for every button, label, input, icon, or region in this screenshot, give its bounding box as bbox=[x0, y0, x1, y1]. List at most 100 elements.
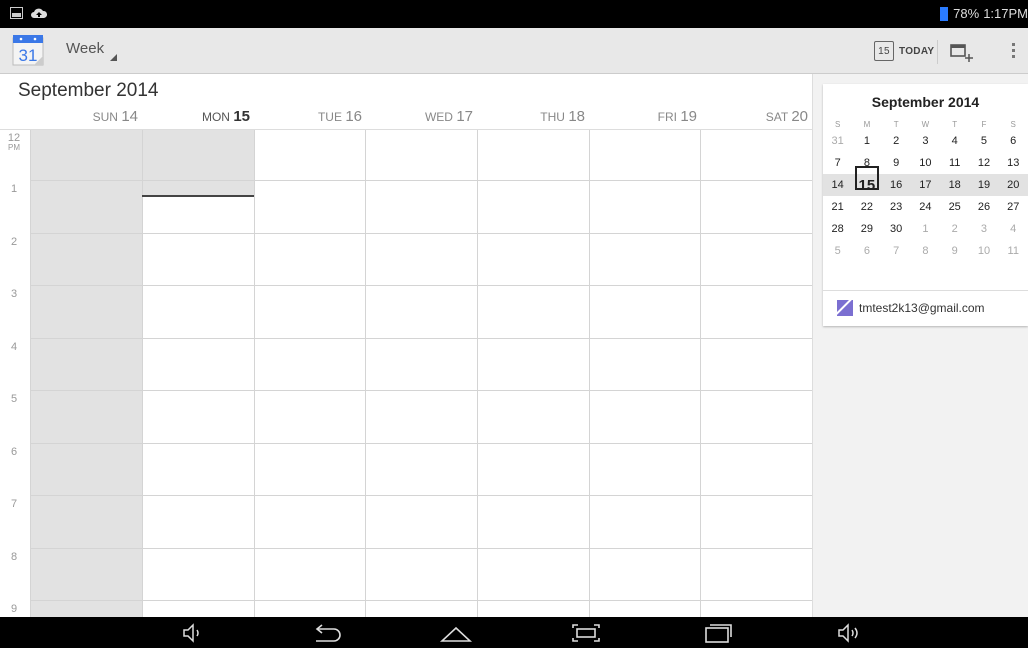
hour-label: 2 bbox=[10, 236, 18, 248]
action-bar: 31 Week 15 TODAY bbox=[0, 28, 1028, 74]
calendar-app-icon[interactable]: 31 bbox=[12, 34, 46, 66]
mini-day[interactable]: 13 bbox=[999, 157, 1028, 169]
day-column-divider bbox=[254, 130, 255, 617]
mini-day[interactable]: 11 bbox=[999, 245, 1028, 257]
battery-percent: 78% bbox=[953, 6, 980, 21]
mini-day[interactable]: 14 bbox=[823, 179, 852, 191]
mini-day[interactable]: 16 bbox=[882, 179, 911, 191]
overflow-menu-icon[interactable] bbox=[1008, 40, 1018, 64]
mini-day[interactable]: 29 bbox=[852, 223, 881, 235]
home-icon[interactable] bbox=[438, 621, 474, 645]
day-header[interactable]: SUN 14 bbox=[30, 108, 142, 130]
calendar-account-item[interactable]: tmtest2k13@gmail.com bbox=[837, 300, 985, 316]
mini-day[interactable]: 17 bbox=[911, 179, 940, 191]
mini-weekday-row: S M T W T F S bbox=[823, 118, 1028, 130]
mini-day[interactable]: 9 bbox=[882, 157, 911, 169]
day-column-divider bbox=[477, 130, 478, 617]
hour-gridline bbox=[30, 180, 812, 181]
day-header[interactable]: SAT 20 bbox=[700, 108, 812, 130]
mini-day[interactable]: 19 bbox=[969, 179, 998, 191]
mini-day[interactable]: 6 bbox=[852, 245, 881, 257]
mini-day[interactable]: 7 bbox=[882, 245, 911, 257]
mini-calendar: September 2014 S M T W T F S 31 1 2 3 4 … bbox=[823, 84, 1028, 326]
mini-day[interactable]: 2 bbox=[940, 223, 969, 235]
mini-day[interactable]: 18 bbox=[940, 179, 969, 191]
hour-gridline bbox=[30, 233, 812, 234]
hour-gridline bbox=[30, 285, 812, 286]
mini-day[interactable]: 1 bbox=[852, 135, 881, 147]
hour-gridline bbox=[30, 390, 812, 391]
view-mode-label: Week bbox=[66, 40, 105, 57]
mini-day[interactable]: 3 bbox=[969, 223, 998, 235]
mini-week-row: 7 8 9 10 11 12 13 bbox=[823, 152, 1028, 174]
mini-week-row: 31 1 2 3 4 5 6 bbox=[823, 130, 1028, 152]
today-calendar-icon: 15 bbox=[874, 41, 894, 61]
mini-day[interactable]: 9 bbox=[940, 245, 969, 257]
day-header[interactable]: FRI 19 bbox=[589, 108, 701, 130]
mini-day[interactable]: 10 bbox=[969, 245, 998, 257]
mini-day[interactable]: 2 bbox=[882, 135, 911, 147]
mini-day[interactable]: 12 bbox=[969, 157, 998, 169]
current-time-indicator bbox=[142, 195, 254, 197]
mini-day[interactable]: 7 bbox=[823, 157, 852, 169]
new-event-icon[interactable] bbox=[948, 40, 976, 64]
mini-day[interactable]: 3 bbox=[911, 135, 940, 147]
mini-day[interactable]: 4 bbox=[999, 223, 1028, 235]
mini-calendar-grid: S M T W T F S 31 1 2 3 4 5 6 7 8 9 10 11… bbox=[823, 118, 1028, 270]
weekday-head: S bbox=[834, 119, 841, 129]
day-header[interactable]: WED 17 bbox=[365, 108, 477, 130]
mini-day[interactable]: 5 bbox=[969, 135, 998, 147]
back-icon[interactable] bbox=[308, 621, 344, 645]
week-grid[interactable]: 12 PM 1 2 3 4 5 6 7 8 9 bbox=[0, 130, 812, 617]
account-color-swatch[interactable] bbox=[837, 300, 853, 316]
mini-day[interactable]: 1 bbox=[911, 223, 940, 235]
hour-label: 9 bbox=[10, 603, 18, 615]
mini-day[interactable]: 25 bbox=[940, 201, 969, 213]
mini-day[interactable]: 8 bbox=[911, 245, 940, 257]
action-divider bbox=[937, 40, 938, 64]
mini-day[interactable]: 31 bbox=[823, 135, 852, 147]
hour-label: 5 bbox=[10, 393, 18, 405]
mini-week-row: 21 22 23 24 25 26 27 bbox=[823, 196, 1028, 218]
mini-day[interactable]: 26 bbox=[969, 201, 998, 213]
app-icon-day: 31 bbox=[19, 46, 38, 65]
screenshot-icon[interactable] bbox=[570, 621, 602, 645]
mini-day[interactable]: 5 bbox=[823, 245, 852, 257]
weekday-head: W bbox=[921, 119, 930, 129]
hour-label: 3 bbox=[10, 288, 18, 300]
day-header-today[interactable]: MON 15 bbox=[142, 108, 254, 130]
hour-label: 8 bbox=[10, 551, 18, 563]
past-time-shading bbox=[142, 130, 254, 196]
mini-day-selected[interactable]: 15 bbox=[852, 165, 881, 194]
recent-apps-icon[interactable] bbox=[702, 621, 734, 645]
hour-gridline bbox=[30, 495, 812, 496]
today-button[interactable]: 15 TODAY bbox=[874, 36, 934, 66]
today-label: TODAY bbox=[899, 45, 935, 57]
mini-day[interactable]: 22 bbox=[852, 201, 881, 213]
weekday-head: F bbox=[981, 119, 987, 129]
volume-down-icon[interactable] bbox=[178, 621, 206, 645]
mini-day[interactable]: 28 bbox=[823, 223, 852, 235]
mini-day[interactable]: 27 bbox=[999, 201, 1028, 213]
day-header[interactable]: THU 18 bbox=[477, 108, 589, 130]
mini-day[interactable]: 24 bbox=[911, 201, 940, 213]
mini-day[interactable]: 11 bbox=[940, 157, 969, 169]
mini-day[interactable]: 20 bbox=[999, 179, 1028, 191]
clock: 1:17PM bbox=[983, 6, 1028, 21]
day-column-divider bbox=[142, 130, 143, 617]
mini-day[interactable]: 23 bbox=[882, 201, 911, 213]
mini-day[interactable]: 6 bbox=[999, 135, 1028, 147]
mini-day[interactable]: 4 bbox=[940, 135, 969, 147]
view-mode-dropdown[interactable]: Week bbox=[66, 40, 117, 61]
mini-day[interactable]: 30 bbox=[882, 223, 911, 235]
mini-day[interactable]: 21 bbox=[823, 201, 852, 213]
hour-gridline bbox=[30, 443, 812, 444]
cloud-upload-icon bbox=[31, 8, 47, 18]
day-header[interactable]: TUE 16 bbox=[254, 108, 366, 130]
dropdown-arrow-icon bbox=[110, 54, 117, 61]
mini-day[interactable]: 10 bbox=[911, 157, 940, 169]
system-nav-bar bbox=[0, 617, 1028, 648]
hour-gridline bbox=[30, 600, 812, 601]
volume-up-icon[interactable] bbox=[834, 621, 864, 645]
day-column-divider bbox=[365, 130, 366, 617]
